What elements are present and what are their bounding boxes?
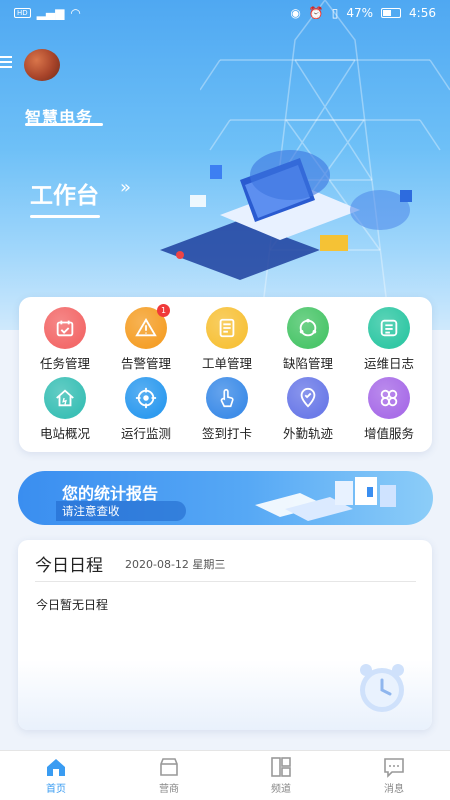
function-item-label: 告警管理 [120, 356, 171, 371]
signal-icon: ▂▄▆ [36, 6, 65, 20]
workbench-title[interactable]: 工作台 [30, 176, 99, 210]
function-item[interactable]: 电站概况 [25, 377, 105, 442]
function-item-label: 缺陷管理 [282, 356, 333, 371]
vibrate-icon: ▯ [331, 6, 339, 20]
workspace-illustration [160, 150, 412, 280]
schedule-title: 今日日程 [35, 556, 103, 576]
brand-underline [25, 123, 103, 126]
function-item[interactable]: 缺陷管理 [268, 307, 348, 372]
home-tab-icon [47, 759, 65, 776]
function-item-label: 增值服务 [363, 426, 414, 441]
function-item[interactable]: 任务管理 [25, 307, 105, 372]
schedule-card[interactable]: 今日日程 2020-08-12 星期三 今日暂无日程 [18, 540, 432, 730]
schedule-divider [35, 581, 416, 582]
document-icon [206, 307, 248, 349]
store-tab-icon [160, 758, 178, 776]
workbench-underline [30, 215, 100, 218]
network-icon [287, 307, 329, 349]
log-icon [368, 307, 410, 349]
tab-item[interactable]: 首页 [26, 755, 86, 795]
grid-flower-icon [368, 377, 410, 419]
function-item-label: 电站概况 [39, 426, 90, 441]
bottom-tab-bar: 首页 营商 频道 消息 [0, 750, 450, 800]
function-item-label: 工单管理 [201, 356, 252, 371]
function-item[interactable]: 运维日志 [349, 307, 429, 372]
tab-item[interactable]: 消息 [364, 755, 424, 795]
function-item-label: 外勤轨迹 [282, 426, 333, 441]
hd-indicator: HD [14, 8, 31, 18]
alarm-icon: ⏰ [308, 6, 324, 20]
battery-percent: 47% [346, 6, 374, 20]
report-illustration [255, 477, 396, 521]
function-item[interactable]: 1 告警管理 [106, 304, 186, 372]
warning-icon: 1 [125, 304, 170, 349]
statistics-report-banner[interactable]: 您的统计报告 请注意查收 [18, 471, 433, 525]
hero-banner: HD ▂▄▆ ◠ ◉ ⏰ ▯ 47% 4:56 智慧电务 工作台 » [0, 0, 450, 330]
tab-item[interactable]: 频道 [251, 755, 311, 795]
message-tab-icon [384, 758, 404, 778]
menu-icon[interactable] [0, 56, 12, 72]
wifi-icon: ◠ [70, 6, 81, 20]
target-icon [125, 377, 167, 419]
home-icon [44, 377, 86, 419]
clock-time: 4:56 [409, 6, 436, 20]
tab-label: 消息 [384, 784, 404, 795]
map-pin-icon [287, 377, 329, 419]
channel-tab-icon [271, 757, 291, 777]
hand-tap-icon [206, 377, 248, 419]
function-grid-card: 任务管理 1 告警管理 工单管理 缺陷管理 运维日志电站概况 运行监测 签到打卡 外勤轨迹 增值服… [19, 297, 432, 452]
function-item[interactable]: 外勤轨迹 [268, 377, 348, 442]
function-item[interactable]: 签到打卡 [187, 377, 267, 442]
function-item-label: 运维日志 [363, 356, 414, 371]
status-bar: HD ▂▄▆ ◠ ◉ ⏰ ▯ 47% 4:56 [0, 0, 450, 26]
tab-item[interactable]: 营商 [139, 755, 199, 795]
function-item[interactable]: 工单管理 [187, 307, 267, 372]
schedule-empty-text: 今日暂无日程 [36, 598, 109, 612]
tab-label: 首页 [46, 784, 66, 795]
tab-label: 营商 [159, 784, 179, 795]
function-item[interactable]: 增值服务 [349, 377, 429, 442]
function-item-label: 任务管理 [39, 356, 90, 371]
workbench-arrow-icon[interactable]: » [120, 177, 131, 198]
avatar[interactable] [24, 49, 60, 81]
function-item[interactable]: 运行监测 [106, 377, 186, 442]
schedule-date: 2020-08-12 星期三 [125, 558, 226, 571]
function-item-label: 运行监测 [120, 426, 171, 441]
notification-badge: 1 [157, 304, 170, 317]
calendar-icon [44, 307, 86, 349]
function-item-label: 签到打卡 [201, 426, 252, 441]
tab-label: 频道 [271, 784, 291, 795]
alarm-clock-icon [360, 664, 404, 712]
battery-icon [381, 8, 402, 18]
report-subtitle: 请注意查收 [62, 504, 120, 518]
eye-icon: ◉ [290, 6, 301, 20]
